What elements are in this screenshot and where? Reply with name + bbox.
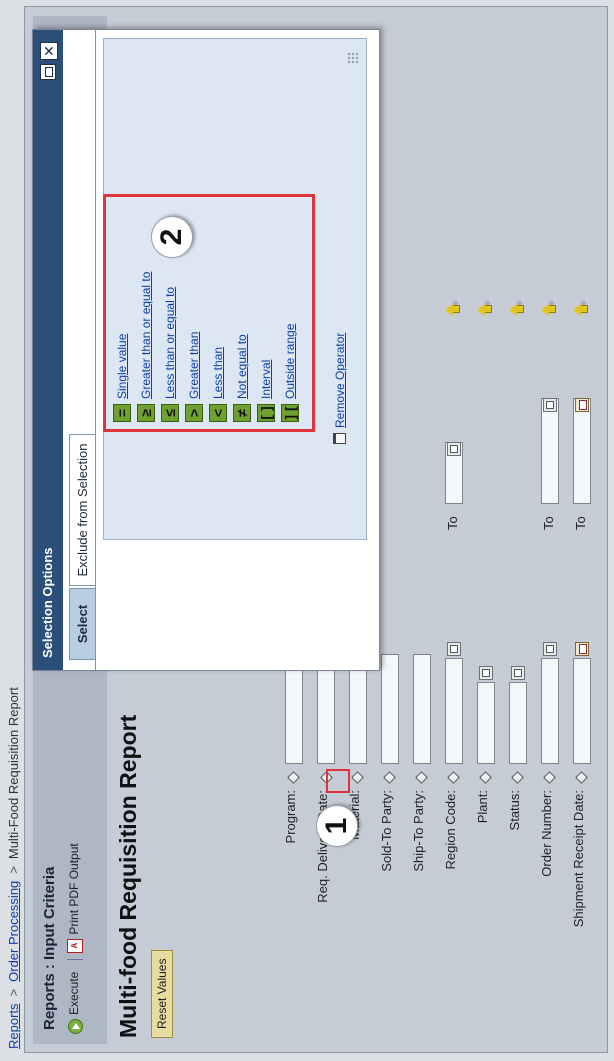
callout-1: 1 [316, 805, 358, 847]
shipment-receipt-date-to-input[interactable] [573, 398, 591, 504]
maximize-icon[interactable] [40, 64, 56, 80]
program-operator-icon[interactable] [287, 771, 300, 784]
order-number-from-input[interactable] [541, 658, 559, 764]
dialog-titlebar: Selection Options ✕ [33, 30, 63, 670]
plant-input[interactable] [477, 682, 495, 764]
callout-2: 2 [151, 216, 193, 258]
program-label: Program: [283, 790, 298, 844]
shipment-receipt-date-to-label: To [573, 516, 588, 530]
screen-canvas: Reports > Order Processing > Multi-Food Requ… [0, 0, 614, 1061]
status-value-help-icon[interactable] [511, 666, 525, 680]
sold-to-party-label: Sold-To Party: [379, 790, 394, 872]
ship-to-party-label: Ship-To Party: [411, 790, 426, 872]
region-code-to-label: To [445, 516, 460, 530]
reset-values-button[interactable]: Reset Values [151, 949, 173, 1038]
plant-label: Plant: [475, 790, 490, 824]
breadcrumb-current-page[interactable]: Multi-Food Requisition Report [6, 687, 21, 859]
trash-icon[interactable] [333, 433, 347, 444]
selection-options-dialog: Selection Options ✕ Select Exclude from … [32, 29, 380, 671]
order-number-label: Order Number: [539, 790, 554, 877]
order-number-to-input[interactable] [541, 398, 559, 504]
shipment-receipt-date-to-calendar-icon[interactable] [575, 398, 589, 412]
ship-to-party-input[interactable] [413, 654, 431, 764]
remove-operator-row[interactable]: Remove Operator [331, 333, 349, 444]
multiple-selection-marker [581, 301, 586, 306]
status-operator-icon[interactable] [511, 771, 524, 784]
dialog-title: Selection Options [40, 547, 55, 658]
multiple-selection-marker [517, 301, 522, 306]
ship-to-party-operator-icon[interactable] [415, 771, 428, 784]
breadcrumb-order-processing[interactable]: Order Processing [6, 881, 21, 982]
print-pdf-button[interactable]: A Print PDF Output [67, 843, 83, 953]
region-code-to-value-help-icon[interactable] [447, 442, 461, 456]
toolbar-divider [67, 958, 83, 960]
status-multiple-selection-icon[interactable] [509, 301, 523, 317]
page-title: Reports : Input Criteria [41, 866, 58, 1030]
order-number-operator-icon[interactable] [543, 771, 556, 784]
shipment-receipt-date-label: Shipment Receipt Date: [571, 790, 586, 928]
shipment-receipt-date-from-input[interactable] [573, 658, 591, 764]
execute-button[interactable]: Execute [67, 971, 83, 1034]
multiple-selection-marker [485, 301, 490, 306]
pdf-icon: A [67, 938, 83, 953]
highlight-box-operator [326, 769, 350, 793]
shipment-receipt-date-multiple-selection-icon[interactable] [573, 301, 587, 317]
execute-label: Execute [67, 971, 82, 1015]
plant-operator-icon[interactable] [479, 771, 492, 784]
region-code-multiple-selection-icon[interactable] [445, 301, 459, 317]
region-code-label: Region Code: [443, 790, 458, 870]
tab-divider [95, 30, 96, 670]
sold-to-party-input[interactable] [381, 654, 399, 764]
region-code-from-value-help-icon[interactable] [447, 642, 461, 656]
tab-exclude-from-selection[interactable]: Exclude from Selection [69, 434, 96, 586]
breadcrumb: Reports > Order Processing > Multi-Food Requ… [6, 687, 21, 1049]
status-input[interactable] [509, 682, 527, 764]
highlight-box-operators [103, 194, 315, 432]
remove-operator-link[interactable]: Remove Operator [333, 333, 347, 428]
material-operator-icon[interactable] [351, 771, 364, 784]
execute-icon [67, 1019, 83, 1034]
multiple-selection-marker [453, 301, 458, 306]
order-number-to-value-help-icon[interactable] [543, 398, 557, 412]
order-number-from-value-help-icon[interactable] [543, 642, 557, 656]
page-toolbar: Execute A Print PDF Output [67, 837, 83, 1034]
breadcrumb-separator: > [6, 866, 21, 874]
shipment-receipt-date-from-calendar-icon[interactable] [575, 642, 589, 656]
shipment-receipt-date-operator-icon[interactable] [575, 771, 588, 784]
breadcrumb-reports[interactable]: Reports [6, 1003, 21, 1049]
sold-to-party-operator-icon[interactable] [383, 771, 396, 784]
region-code-operator-icon[interactable] [447, 771, 460, 784]
tab-select[interactable]: Select [69, 588, 96, 660]
program-input[interactable] [285, 658, 303, 764]
print-pdf-label: Print PDF Output [67, 843, 82, 935]
status-label: Status: [507, 790, 522, 831]
order-number-to-label: To [541, 516, 556, 530]
report-title: Multi-food Requisition Report [115, 714, 141, 1038]
resize-grip-icon[interactable] [347, 52, 359, 64]
breadcrumb-separator: > [6, 988, 21, 997]
plant-multiple-selection-icon[interactable] [477, 301, 491, 317]
order-number-multiple-selection-icon[interactable] [541, 301, 555, 317]
region-code-from-input[interactable] [445, 658, 463, 764]
multiple-selection-marker [549, 301, 554, 306]
plant-value-help-icon[interactable] [479, 666, 493, 680]
close-icon[interactable]: ✕ [40, 42, 58, 60]
